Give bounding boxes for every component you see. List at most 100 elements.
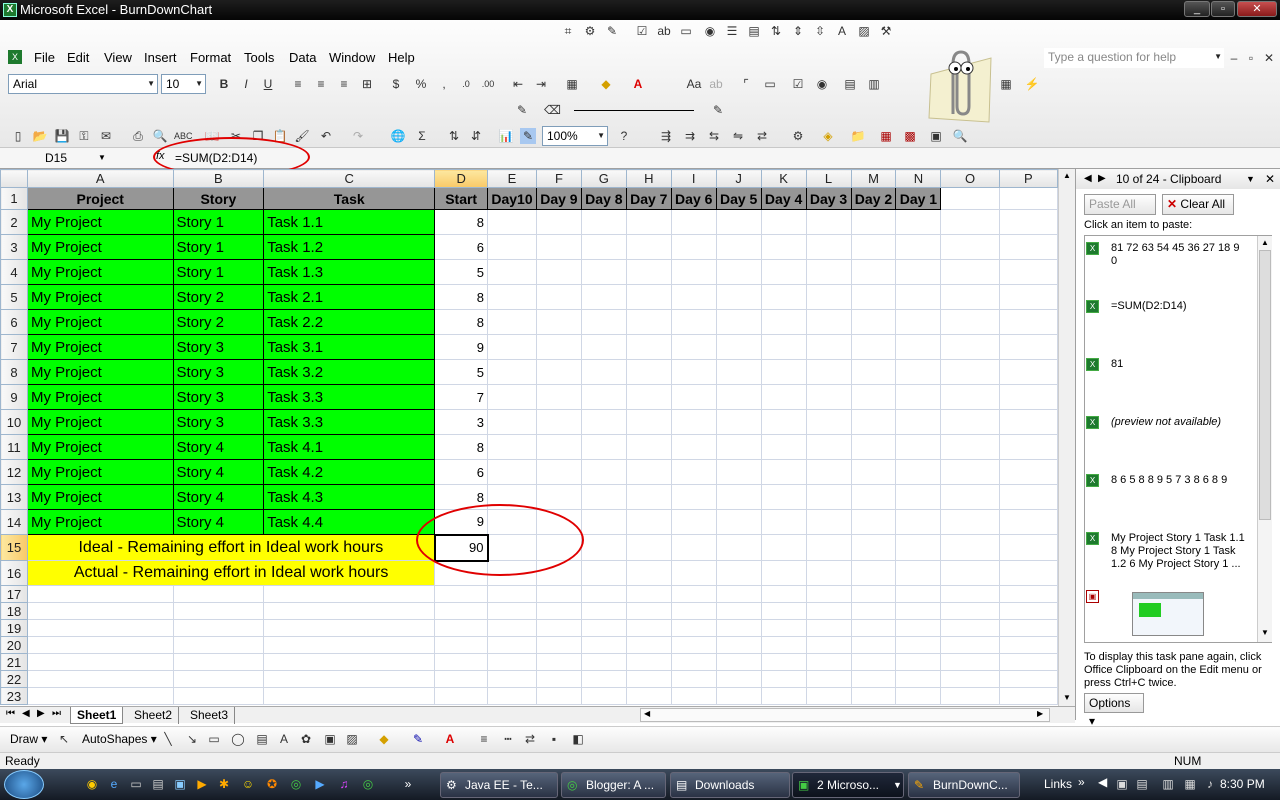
row-header[interactable]: 17: [0, 585, 28, 603]
underline-icon[interactable]: U: [260, 76, 276, 92]
menu-tools[interactable]: Tools: [244, 48, 274, 68]
cell[interactable]: [625, 234, 672, 260]
cell[interactable]: [535, 259, 582, 285]
clipboard-scrollbar[interactable]: ▲ ▼: [1257, 236, 1272, 642]
column-header-h[interactable]: H: [625, 169, 672, 188]
button-icon[interactable]: ▭: [678, 23, 694, 39]
cell[interactable]: [715, 602, 762, 620]
start-cell[interactable]: 5: [434, 259, 489, 285]
help-icon[interactable]: ?: [616, 128, 632, 144]
start-cell[interactable]: 3: [434, 409, 489, 435]
font-color-icon[interactable]: A: [630, 76, 646, 92]
cell[interactable]: [850, 284, 897, 310]
row-header[interactable]: 23: [0, 687, 28, 705]
cell[interactable]: [670, 334, 717, 360]
scroll-thumb[interactable]: [1259, 250, 1271, 520]
align-right-icon[interactable]: ≡: [336, 76, 352, 92]
cell[interactable]: [998, 384, 1058, 410]
cell[interactable]: [26, 585, 174, 603]
task-cell[interactable]: Task 2.2: [263, 309, 436, 335]
cell[interactable]: [760, 653, 807, 671]
cell[interactable]: [715, 687, 762, 705]
story-cell[interactable]: Story 3: [172, 384, 265, 410]
cell[interactable]: [625, 534, 672, 561]
cell[interactable]: [715, 534, 762, 561]
cell[interactable]: [535, 484, 582, 510]
cell[interactable]: [895, 585, 942, 603]
cell[interactable]: [805, 234, 852, 260]
cell[interactable]: [895, 560, 942, 586]
cell[interactable]: [805, 653, 852, 671]
start-cell[interactable]: 6: [434, 234, 489, 260]
column-header-g[interactable]: G: [580, 169, 627, 188]
cell[interactable]: [670, 687, 717, 705]
cell[interactable]: [625, 636, 672, 654]
cell[interactable]: [940, 585, 1000, 603]
scroll-down-icon[interactable]: ▼: [1261, 628, 1269, 637]
cell[interactable]: [998, 636, 1058, 654]
cell[interactable]: [434, 636, 489, 654]
cell[interactable]: [895, 619, 942, 637]
cell[interactable]: [760, 670, 807, 688]
list-icon[interactable]: ☰: [724, 23, 740, 39]
cell[interactable]: [760, 636, 807, 654]
cell[interactable]: [805, 687, 852, 705]
cell[interactable]: [625, 670, 672, 688]
cell[interactable]: [940, 459, 1000, 485]
cell[interactable]: [940, 309, 1000, 335]
cell[interactable]: [940, 484, 1000, 510]
cell[interactable]: [487, 259, 537, 285]
cell[interactable]: [850, 359, 897, 385]
cell[interactable]: [172, 585, 265, 603]
evaluate-formula-icon[interactable]: ⚙: [790, 128, 806, 144]
cell[interactable]: [805, 459, 852, 485]
desktop-icon[interactable]: ▭: [128, 776, 144, 792]
cell[interactable]: [998, 509, 1058, 535]
cell[interactable]: [715, 259, 762, 285]
line-icon[interactable]: ╲: [160, 731, 176, 747]
row-header[interactable]: 8: [0, 359, 28, 385]
hyperlink-icon[interactable]: 🌐: [390, 128, 406, 144]
cell[interactable]: [895, 670, 942, 688]
cell[interactable]: [850, 259, 897, 285]
project-cell[interactable]: My Project: [26, 284, 174, 310]
cell[interactable]: [715, 670, 762, 688]
network2-icon[interactable]: ▦: [1182, 776, 1198, 792]
option-icon[interactable]: ◉: [702, 23, 718, 39]
start-cell[interactable]: 8: [434, 434, 489, 460]
cell[interactable]: [760, 409, 807, 435]
back-icon[interactable]: ◀: [1084, 169, 1092, 189]
header-cell[interactable]: Day 8: [580, 187, 627, 210]
cell[interactable]: [670, 384, 717, 410]
app2-icon[interactable]: ✪: [264, 776, 280, 792]
eraser-icon[interactable]: ⌫: [544, 102, 561, 118]
taskbar-java-ee[interactable]: ⚙ Java EE - Te...: [440, 772, 558, 798]
cell[interactable]: [487, 359, 537, 385]
chart-wizard-icon[interactable]: 📊: [498, 128, 514, 144]
cell[interactable]: [895, 687, 942, 705]
cell[interactable]: [535, 636, 582, 654]
cell[interactable]: [580, 653, 627, 671]
align-center-icon[interactable]: ≡: [313, 76, 329, 92]
cell[interactable]: [895, 359, 942, 385]
percent-icon[interactable]: %: [413, 76, 429, 92]
cell[interactable]: [940, 687, 1000, 705]
cell[interactable]: [434, 602, 489, 620]
tab-sheet3[interactable]: Sheet3: [184, 707, 236, 724]
cell[interactable]: [670, 560, 717, 586]
watch-window-icon[interactable]: ▣: [928, 128, 944, 144]
cell[interactable]: [625, 484, 672, 510]
cell[interactable]: [670, 534, 717, 561]
row-header[interactable]: 5: [0, 284, 28, 310]
task-cell[interactable]: Task 1.3: [263, 259, 436, 285]
cell[interactable]: [940, 234, 1000, 260]
cell[interactable]: [26, 602, 174, 620]
start-cell[interactable]: 8: [434, 209, 489, 235]
row-header[interactable]: 6: [0, 309, 28, 335]
cell[interactable]: [670, 259, 717, 285]
cell[interactable]: [26, 687, 174, 705]
cell[interactable]: [625, 459, 672, 485]
column-header-a[interactable]: A: [26, 169, 174, 188]
task-cell[interactable]: Task 4.1: [263, 434, 436, 460]
project-cell[interactable]: My Project: [26, 484, 174, 510]
